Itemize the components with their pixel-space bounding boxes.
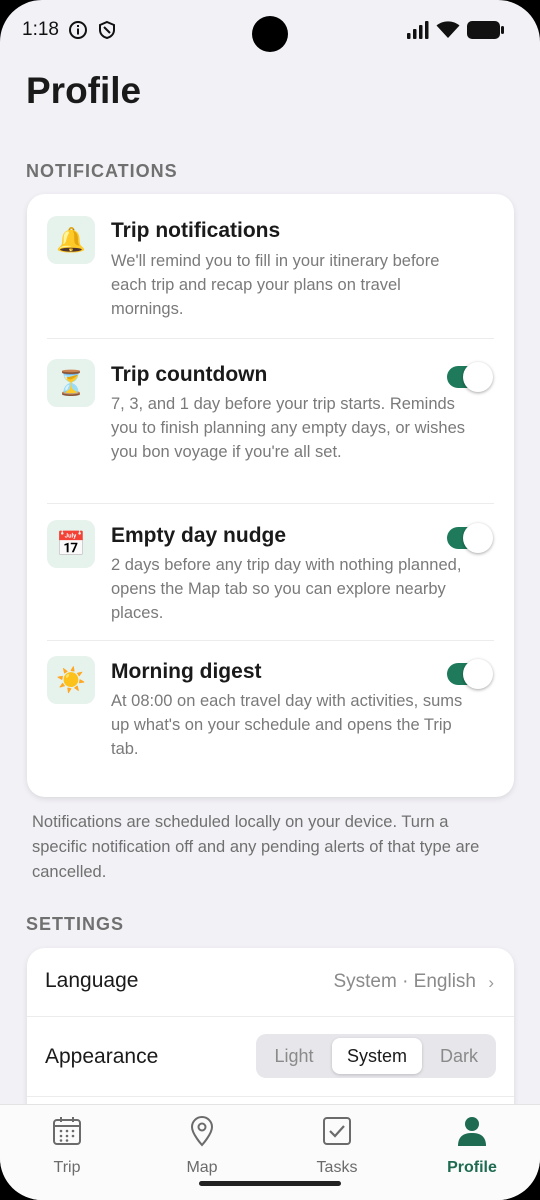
shield-icon (99, 20, 115, 40)
divider (27, 1016, 514, 1017)
notification-title: Empty day nudge (111, 524, 287, 547)
calendar-grid-icon (53, 1117, 81, 1145)
notification-title: Trip notifications (111, 219, 281, 242)
empty-day-nudge-toggle[interactable] (447, 523, 493, 553)
person-icon (458, 1117, 486, 1146)
nav-item-trip[interactable]: Trip (17, 1115, 117, 1179)
nav-label-trip: Trip (53, 1159, 81, 1176)
wifi-icon (436, 21, 460, 38)
phone-screen: 1:18 Profile NOTIFICATIONS 🔔 Trip notifi… (0, 0, 540, 1200)
status-bar: 1:18 (0, 0, 540, 60)
morning-digest-toggle[interactable] (447, 659, 493, 689)
divider (27, 1096, 514, 1097)
notification-row-trip-notifications: 🔔 Trip notifications We'll remind you to… (27, 194, 514, 339)
notification-description: We'll remind you to fill in your itinera… (111, 252, 440, 318)
nav-item-map[interactable]: Map (152, 1115, 252, 1179)
notification-row-trip-countdown: ⏳ Trip countdown 7, 3, and 1 day before … (27, 339, 514, 504)
nav-label-tasks: Tasks (316, 1159, 358, 1176)
appearance-option-dark[interactable]: Dark (426, 1038, 492, 1074)
settings-section-label: SETTINGS (26, 914, 125, 934)
notification-description: At 08:00 on each travel day with activit… (111, 692, 463, 758)
appearance-label: Appearance (45, 1045, 159, 1068)
notification-row-morning-digest: ☀️ Morning digest At 08:00 on each trave… (27, 641, 514, 797)
bell-icon: 🔔 (47, 216, 95, 264)
notification-title: Morning digest (111, 660, 262, 683)
battery-icon (467, 21, 504, 39)
camera-cutout (252, 16, 288, 52)
notification-description: 7, 3, and 1 day before your trip starts.… (111, 395, 466, 461)
toggle-knob (463, 659, 493, 689)
notification-description: 2 days before any trip day with nothing … (111, 556, 462, 622)
calendar-icon: 📅 (47, 520, 95, 568)
notification-row-empty-day-nudge: 📅 Empty day nudge 2 days before any trip… (27, 504, 514, 641)
nav-item-tasks[interactable]: Tasks (287, 1115, 387, 1179)
language-row[interactable]: Language System · English › (27, 948, 514, 1016)
info-icon (69, 21, 87, 39)
trip-countdown-toggle[interactable] (447, 362, 493, 392)
nav-label-profile: Profile (447, 1159, 497, 1176)
toggle-knob (463, 362, 493, 392)
signal-icon (407, 21, 429, 39)
notifications-footnote: Notifications are scheduled locally on y… (32, 813, 480, 881)
checkbox-icon (323, 1117, 351, 1145)
map-pin-icon (190, 1116, 214, 1147)
language-value: System · English (333, 971, 476, 992)
appearance-option-light[interactable]: Light (260, 1038, 328, 1074)
notifications-section-label: NOTIFICATIONS (26, 161, 178, 181)
sun-icon: ☀️ (47, 656, 95, 704)
home-indicator (199, 1181, 341, 1186)
notification-title: Trip countdown (111, 363, 268, 386)
page-title: Profile (26, 70, 142, 111)
chevron-right-icon: › (488, 973, 494, 992)
language-label: Language (45, 969, 139, 992)
appearance-option-system[interactable]: System (332, 1038, 422, 1074)
nav-item-profile[interactable]: Profile (422, 1115, 522, 1179)
nav-label-map: Map (186, 1159, 218, 1176)
toggle-knob (463, 523, 493, 553)
hourglass-icon: ⏳ (47, 359, 95, 407)
notifications-card: 🔔 Trip notifications We'll remind you to… (27, 194, 514, 797)
status-time: 1:18 (22, 19, 59, 40)
appearance-segmented-control: Light System Dark (256, 1034, 496, 1078)
